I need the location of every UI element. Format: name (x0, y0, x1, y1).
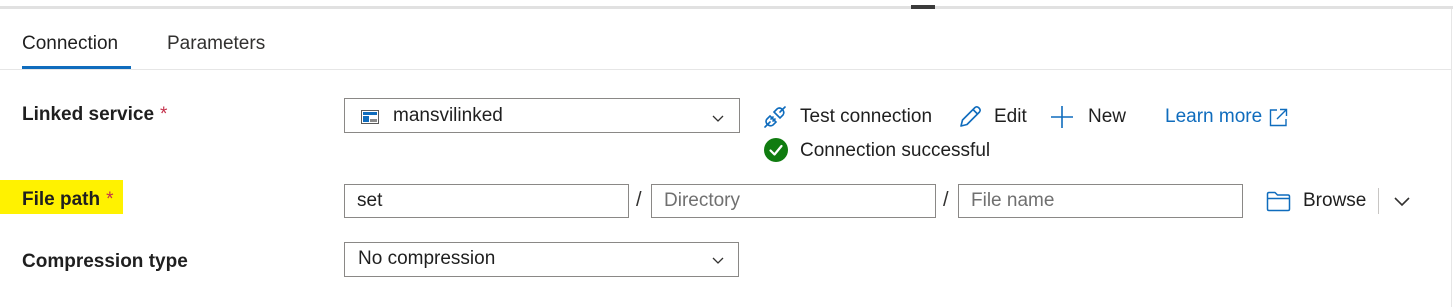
browse-label: Browse (1303, 190, 1367, 211)
required-asterisk: * (160, 104, 168, 125)
compression-type-label: Compression type (22, 251, 188, 272)
linked-service-icon (361, 110, 379, 124)
new-label: New (1088, 106, 1127, 127)
tab-parameters[interactable]: Parameters (167, 33, 265, 55)
linked-service-select[interactable]: mansvilinked (344, 98, 740, 133)
file-path-label: File path * (22, 189, 114, 211)
chevron-down-icon[interactable] (1393, 194, 1411, 208)
edit-label: Edit (994, 106, 1027, 127)
browse-separator (1378, 188, 1379, 214)
plus-icon (1051, 106, 1073, 128)
linked-service-label-text: Linked service (22, 104, 155, 125)
path-separator: / (636, 189, 642, 211)
chevron-down-icon (712, 257, 724, 264)
path-separator: / (943, 189, 949, 211)
connection-status-text: Connection successful (800, 140, 991, 161)
new-button[interactable]: New (1050, 103, 1130, 131)
test-connection-button[interactable]: Test connection (762, 103, 937, 131)
learn-more-label: Learn more (1165, 106, 1263, 127)
linked-service-label: Linked service * (22, 104, 167, 126)
container-input[interactable] (344, 184, 629, 218)
learn-more-link[interactable]: Learn more (1165, 103, 1291, 131)
tabs-divider (0, 69, 1451, 70)
test-connection-label: Test connection (800, 106, 933, 127)
linked-service-value: mansvilinked (393, 105, 503, 126)
required-asterisk: * (106, 189, 114, 210)
right-border (1451, 9, 1452, 307)
pencil-icon (960, 106, 981, 127)
folder-icon (1266, 191, 1291, 212)
tab-connection[interactable]: Connection (22, 33, 118, 55)
panel-resize-handle[interactable] (911, 5, 935, 9)
plug-icon (764, 106, 786, 128)
file-path-label-text: File path (22, 189, 101, 210)
external-link-icon (1269, 108, 1288, 127)
compression-type-select[interactable]: No compression (344, 242, 739, 277)
directory-input[interactable] (651, 184, 936, 218)
edit-button[interactable]: Edit (958, 103, 1028, 131)
top-border (0, 6, 1453, 9)
success-check-icon (764, 138, 788, 162)
compression-type-value: No compression (358, 248, 496, 269)
chevron-down-icon (712, 115, 724, 122)
file-name-input[interactable] (958, 184, 1243, 218)
browse-button[interactable]: Browse (1266, 188, 1370, 216)
connection-status: Connection successful (764, 138, 1004, 164)
